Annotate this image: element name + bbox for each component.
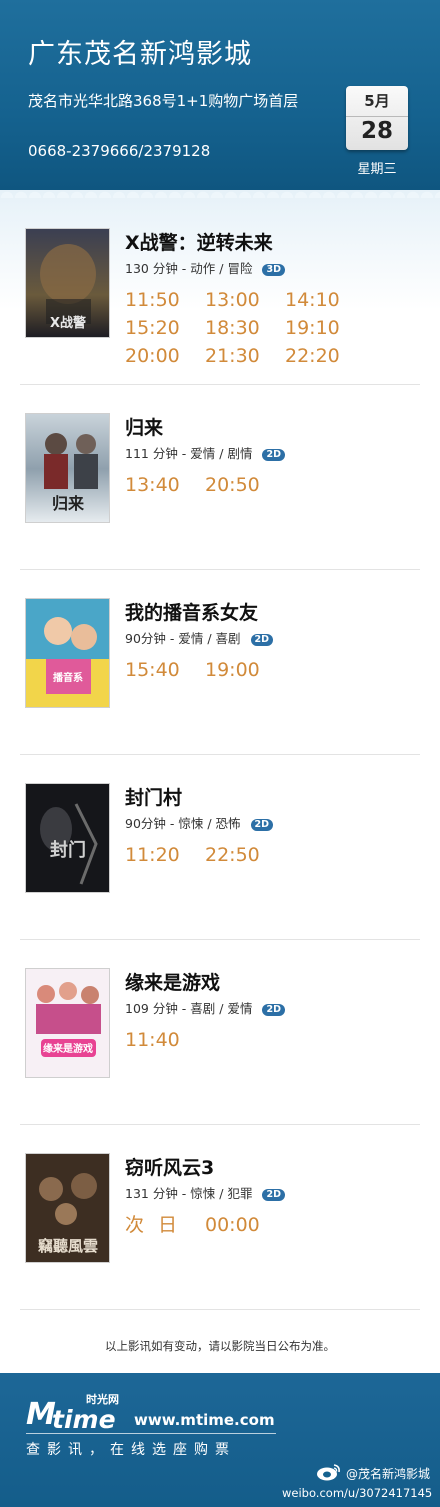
calendar-divider [346, 116, 408, 117]
calendar-icon: 5月 28 [346, 86, 408, 150]
svg-text:归来: 归来 [52, 494, 85, 513]
logo-cn: 时光网 [86, 1393, 119, 1406]
showtime[interactable]: 22:20 [285, 342, 365, 370]
showtimes: 11:40 [125, 1026, 425, 1054]
showtime[interactable]: 15:40 [125, 656, 205, 684]
movie-info: 131 分钟 - 惊悚 / 犯罪 [125, 1186, 253, 1201]
showtime[interactable]: 13:40 [125, 471, 205, 499]
showtime[interactable]: 00:00 [205, 1211, 285, 1239]
showtimes: 11:20 22:50 [125, 841, 425, 869]
svg-text:封门: 封门 [50, 839, 86, 861]
movie-poster[interactable]: 封门 [25, 783, 110, 893]
footer: M time 时光网 www.mtime.com 查影讯，在线选座购票 @茂名新… [0, 1373, 440, 1507]
showtime[interactable]: 13:00 [205, 286, 285, 314]
logo-time: time [52, 1405, 116, 1434]
movie-title[interactable]: 封门村 [125, 783, 182, 810]
poster-image: 竊聽風雲 [26, 1154, 109, 1262]
movie-item[interactable]: 归来 归来 111 分钟 - 爱情 / 剧情 2D 13:40 20:50 [20, 385, 420, 570]
ticket-edge-top [0, 184, 440, 198]
showtime[interactable]: 22:50 [205, 841, 285, 869]
showtime[interactable]: 20:00 [125, 342, 205, 370]
calendar-month: 5月 [364, 92, 390, 110]
footer-divider [26, 1433, 276, 1434]
movie-item[interactable]: 缘来是游戏 缘来是游戏 109 分钟 - 喜剧 / 爱情 2D 11:40 [20, 940, 420, 1125]
movie-title[interactable]: 缘来是游戏 [125, 968, 220, 995]
cinema-address: 茂名市光华北路368号1+1购物广场首层 [28, 92, 299, 110]
schedule-notice: 以上影讯如有变动，请以影院当日公布为准。 [105, 1339, 335, 1353]
svg-text:竊聽風雲: 竊聽風雲 [38, 1237, 98, 1255]
movie-info: 130 分钟 - 动作 / 冒险 [125, 261, 253, 276]
footer-slogan: 查影讯，在线选座购票 [26, 1442, 236, 1458]
movie-meta: 111 分钟 - 爱情 / 剧情 2D [125, 443, 285, 462]
movie-info: 111 分钟 - 爱情 / 剧情 [125, 446, 253, 461]
weibo-url[interactable]: weibo.com/u/3072417145 [282, 1486, 432, 1500]
movie-title[interactable]: 我的播音系女友 [125, 598, 258, 625]
weibo-account[interactable]: @茂名新鸿影城 [346, 1465, 430, 1482]
showtime[interactable]: 11:20 [125, 841, 205, 869]
weibo-icon [317, 1464, 340, 1481]
showtime[interactable]: 11:50 [125, 286, 205, 314]
showtime[interactable]: 14:10 [285, 286, 365, 314]
svg-text:X战警: X战警 [50, 315, 86, 331]
poster-image: 封门 [26, 784, 109, 892]
movie-item[interactable]: X战警 X战警：逆转未来 130 分钟 - 动作 / 冒险 3D 11:50 13:… [20, 200, 420, 385]
movie-meta: 109 分钟 - 喜剧 / 爱情 2D [125, 998, 285, 1017]
format-badge: 2D [262, 1004, 285, 1016]
movie-meta: 130 分钟 - 动作 / 冒险 3D [125, 258, 285, 277]
showtimes: 13:40 20:50 [125, 471, 425, 499]
weekday: 星期三 [357, 162, 397, 177]
showtimes: 15:40 19:00 [125, 656, 425, 684]
svg-text:缘来是游戏: 缘来是游戏 [43, 1042, 93, 1055]
showtime[interactable]: 18:30 [205, 314, 285, 342]
svg-text:播音系: 播音系 [53, 671, 83, 684]
showtimes: 次 日 00:00 [125, 1211, 425, 1239]
movie-title[interactable]: X战警：逆转未来 [125, 228, 273, 255]
movie-item[interactable]: 播音系 我的播音系女友 90分钟 - 爱情 / 喜剧 2D 15:40 19:00 [20, 570, 420, 755]
poster-image: X战警 [26, 229, 109, 337]
movie-title[interactable]: 窃听风云3 [125, 1153, 214, 1180]
ticket-edge-bottom [0, 1366, 440, 1380]
poster-image: 归来 [26, 414, 109, 522]
header: 广东茂名新鸿影城 茂名市光华北路368号1+1购物广场首层 0668-23796… [0, 0, 440, 190]
format-badge: 2D [250, 634, 274, 646]
showtimes: 11:50 13:00 14:10 15:20 18:30 19:10 20:00 21:30… [125, 286, 425, 370]
format-badge: 2D [250, 819, 274, 831]
movie-meta: 90分钟 - 爱情 / 喜剧 2D [125, 628, 274, 647]
movie-poster[interactable]: 缘来是游戏 [25, 968, 110, 1078]
movie-poster[interactable]: 归来 [25, 413, 110, 523]
cinema-name: 广东茂名新鸿影城 [28, 39, 252, 70]
movie-item[interactable]: 封门 封门村 90分钟 - 惊悚 / 恐怖 2D 11:20 22:50 [20, 755, 420, 940]
showtime[interactable]: 19:00 [205, 656, 285, 684]
movie-meta: 90分钟 - 惊悚 / 恐怖 2D [125, 813, 274, 832]
showtime[interactable]: 20:50 [205, 471, 285, 499]
format-badge: 2D [262, 1189, 285, 1201]
movie-info: 90分钟 - 爱情 / 喜剧 [125, 631, 241, 646]
movie-poster[interactable]: 竊聽風雲 [25, 1153, 110, 1263]
movie-info: 109 分钟 - 喜剧 / 爱情 [125, 1001, 253, 1016]
format-badge: 2D [262, 449, 285, 461]
showtime[interactable]: 15:20 [125, 314, 205, 342]
calendar-day: 28 [360, 118, 393, 144]
movie-meta: 131 分钟 - 惊悚 / 犯罪 2D [125, 1183, 285, 1202]
movie-info: 90分钟 - 惊悚 / 恐怖 [125, 816, 241, 831]
movie-poster[interactable]: 播音系 [25, 598, 110, 708]
mtime-logo[interactable]: M time 时光网 [26, 1391, 130, 1434]
mtime-url[interactable]: www.mtime.com [134, 1411, 275, 1429]
movie-poster[interactable]: X战警 [25, 228, 110, 338]
poster-image: 播音系 [26, 599, 109, 707]
showtime[interactable]: 19:10 [285, 314, 365, 342]
showtime[interactable]: 21:30 [205, 342, 285, 370]
poster-image: 缘来是游戏 [26, 969, 109, 1077]
movie-title[interactable]: 归来 [125, 413, 163, 440]
showtime-next-day[interactable]: 次 日 [125, 1211, 205, 1239]
cinema-phone: 0668-2379666/2379128 [28, 142, 211, 160]
showtime[interactable]: 11:40 [125, 1026, 205, 1054]
format-badge: 3D [262, 264, 285, 276]
movie-item[interactable]: 竊聽風雲 窃听风云3 131 分钟 - 惊悚 / 犯罪 2D 次 日 00:00 [20, 1125, 420, 1310]
